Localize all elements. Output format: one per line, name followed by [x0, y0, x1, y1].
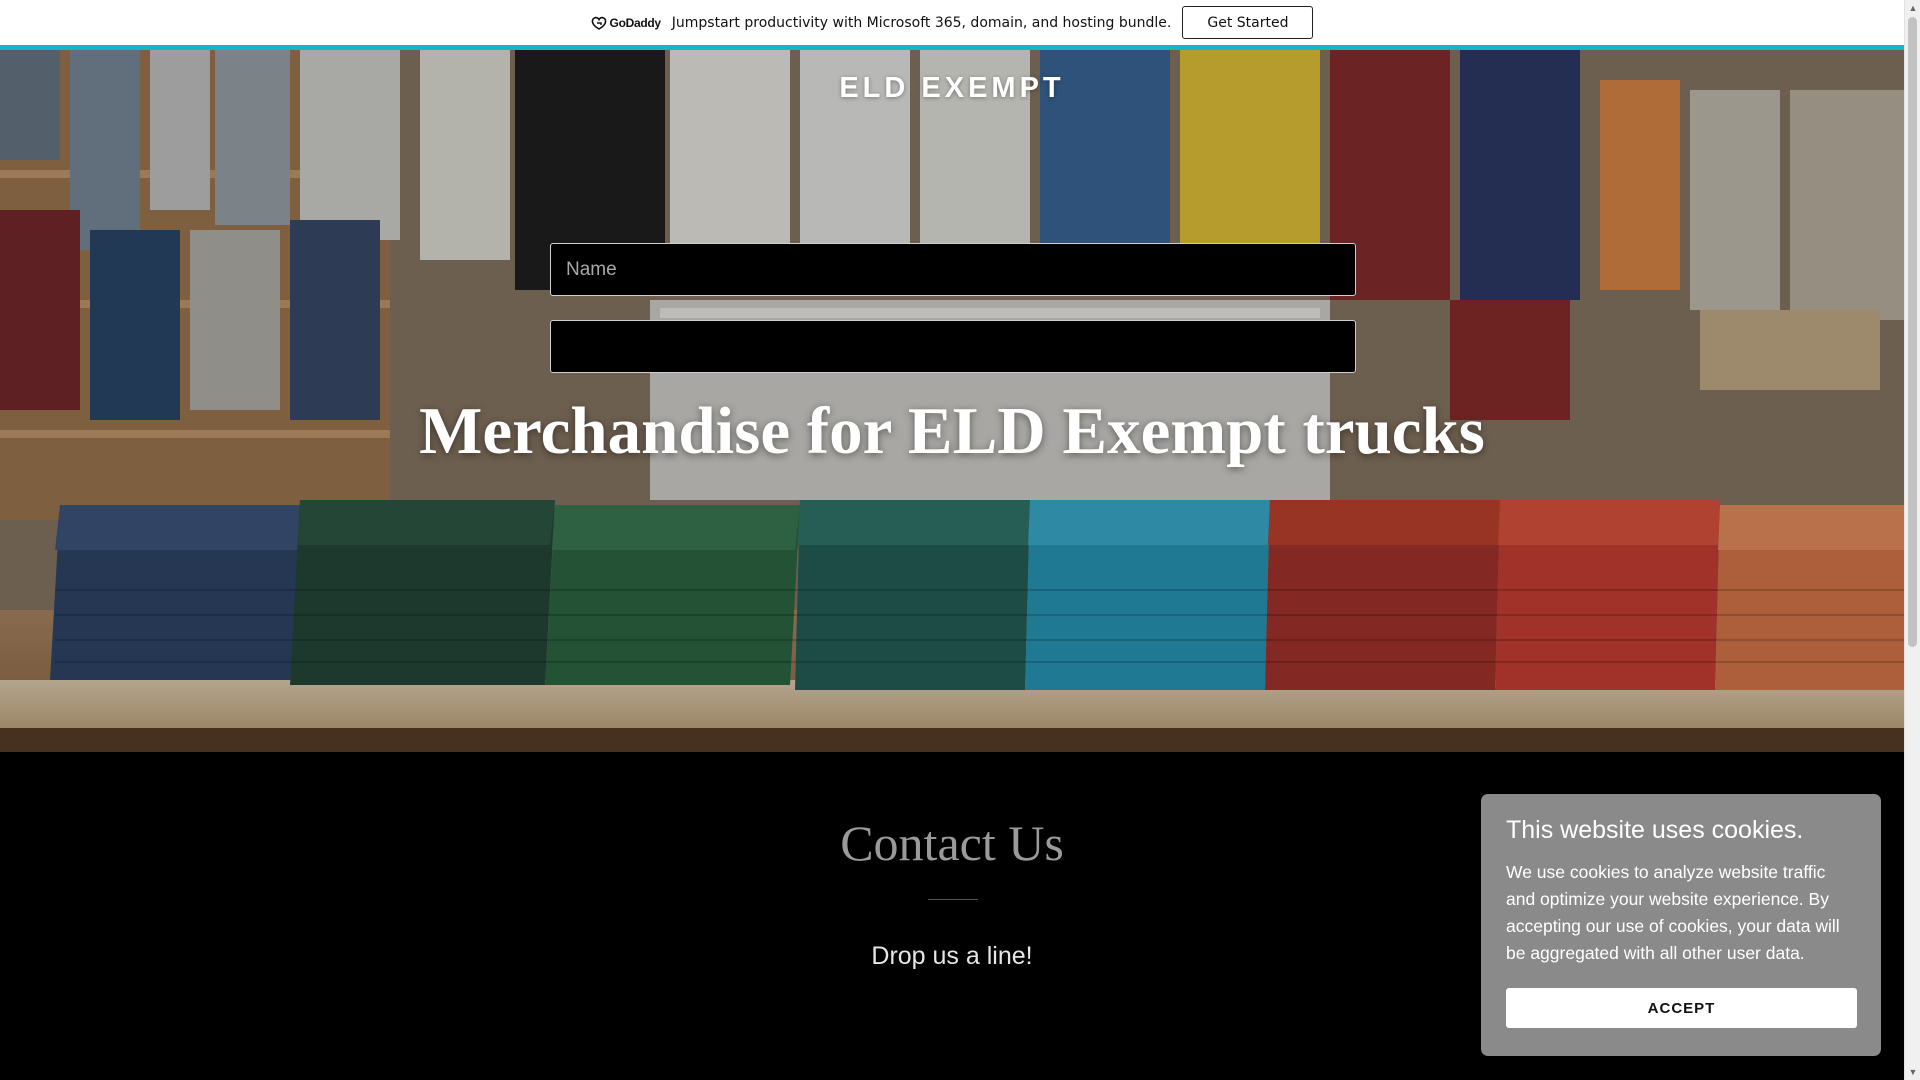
godaddy-wordmark: GoDaddy: [609, 15, 662, 30]
cookie-title: This website uses cookies.: [1506, 816, 1804, 844]
name-field[interactable]: [550, 243, 1356, 296]
scroll-down-arrow-icon[interactable]: ▼: [1905, 1064, 1920, 1080]
section-divider: [928, 899, 978, 900]
page-scrollbar[interactable]: ▲ ▼: [1904, 0, 1920, 1080]
godaddy-logo-icon: GoDaddy: [591, 16, 661, 30]
promo-message: Jumpstart productivity with Microsoft 36…: [671, 14, 1172, 31]
cookie-banner: This website uses cookies. We use cookie…: [1481, 794, 1881, 1056]
scrollbar-thumb[interactable]: [1908, 17, 1917, 647]
hero-heading: Merchandise for ELD Exempt trucks: [419, 394, 1485, 468]
get-started-button[interactable]: Get Started: [1182, 6, 1314, 39]
godaddy-mark-icon: [591, 16, 606, 30]
hero-section: ELD EXEMPT Merchandise for ELD Exempt tr…: [0, 50, 1904, 752]
site-title[interactable]: ELD EXEMPT: [0, 72, 1904, 105]
cookie-body: We use cookies to analyze website traffi…: [1506, 862, 1840, 963]
email-field[interactable]: [550, 320, 1356, 373]
accept-cookies-button[interactable]: ACCEPT: [1506, 988, 1857, 1028]
promo-bar: GoDaddy Jumpstart productivity with Micr…: [0, 0, 1904, 45]
scroll-up-arrow-icon[interactable]: ▲: [1905, 0, 1920, 16]
